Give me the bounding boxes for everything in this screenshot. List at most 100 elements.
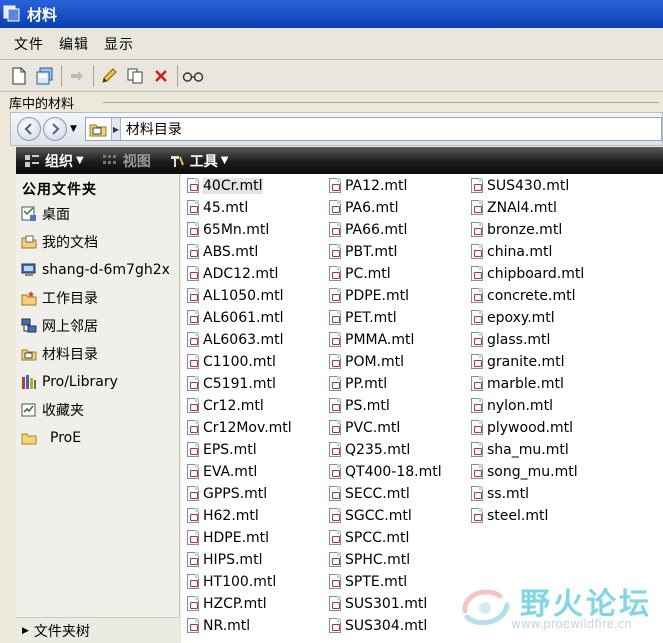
menu-file[interactable]: 文件 [14,34,44,54]
file-item[interactable]: EVA.mtl [186,461,257,483]
file-item[interactable]: PA66.mtl [328,219,407,241]
file-item[interactable]: 65Mn.mtl [186,219,269,241]
history-dropdown-icon[interactable]: ▼ [70,124,77,134]
sidebar-item-desktop[interactable]: 桌面 [21,203,70,225]
file-item[interactable]: NR.mtl [186,615,250,637]
menu-bar: 文件 编辑 显示 [0,28,663,60]
file-item[interactable]: SUS304.mtl [328,615,427,637]
file-item[interactable]: AL6061.mtl [186,307,283,329]
organize-menu[interactable]: 组织 ▼ [24,151,84,171]
file-item[interactable]: HT100.mtl [186,571,276,593]
file-item[interactable]: Cr12Mov.mtl [186,417,292,439]
glasses-icon[interactable] [182,65,204,87]
file-item[interactable]: SUS301.mtl [328,593,427,615]
file-item[interactable]: C5191.mtl [186,373,276,395]
menu-view[interactable]: 显示 [104,34,134,54]
file-item[interactable]: china.mtl [470,241,552,263]
file-item[interactable]: granite.mtl [470,351,565,373]
back-button[interactable] [17,117,41,141]
file-name: SPHC.mtl [345,552,411,568]
new-file-icon[interactable] [8,65,30,87]
sidebar-item-favorites[interactable]: 收藏夹 [21,399,84,421]
file-name: H62.mtl [203,508,259,524]
sidebar-item-label: 我的文档 [42,235,98,251]
file-item[interactable]: bronze.mtl [470,219,562,241]
file-name: EVA.mtl [203,464,258,480]
file-item[interactable]: PDPE.mtl [328,285,409,307]
file-item[interactable]: Cr12.mtl [186,395,264,417]
file-item[interactable]: 45.mtl [186,197,248,219]
sidebar-item-my-documents[interactable]: 我的文档 [21,231,98,253]
file-item[interactable]: sha_mu.mtl [470,439,569,461]
file-item[interactable]: ZNAl4.mtl [470,197,557,219]
file-name: PS.mtl [345,398,390,414]
file-item[interactable]: Q235.mtl [328,439,410,461]
file-item[interactable]: AL1050.mtl [186,285,283,307]
sidebar-item-pro-library[interactable]: Pro/Library [21,371,118,393]
window-icon[interactable] [3,5,21,23]
tools-menu[interactable]: 工具 ▼ [169,151,228,171]
file-item[interactable]: QT400-18.mtl [328,461,442,483]
arrow-right-icon [52,123,60,135]
sidebar-item-materials[interactable]: 材料目录 [21,343,98,365]
file-item[interactable]: POM.mtl [328,351,404,373]
material-file-icon [186,530,200,546]
save-icon[interactable] [34,65,56,87]
file-item[interactable]: chipboard.mtl [470,263,584,285]
folder-tree-toggle[interactable]: ▶ 文件夹树 [16,617,180,643]
file-item[interactable]: PP.mtl [328,373,387,395]
sidebar-item-network[interactable]: 网上邻居 [21,315,98,337]
file-item[interactable]: SUS430.mtl [470,175,569,197]
file-item[interactable]: nylon.mtl [470,395,553,417]
file-item[interactable]: glass.mtl [470,329,550,351]
pencil-icon[interactable] [98,65,120,87]
file-item[interactable]: steel.mtl [470,505,548,527]
file-item[interactable]: PC.mtl [328,263,391,285]
file-item[interactable]: HIPS.mtl [186,549,262,571]
address-field[interactable]: ▶ 材料目录 [84,117,662,141]
file-item[interactable]: 40Cr.mtl [186,175,263,197]
file-item[interactable]: PET.mtl [328,307,397,329]
view-menu[interactable]: 视图 [102,151,151,171]
file-item[interactable]: SPTE.mtl [328,571,407,593]
breadcrumb-chevron-icon[interactable]: ▶ [110,118,121,140]
file-item[interactable]: PS.mtl [328,395,390,417]
file-item[interactable]: ss.mtl [470,483,529,505]
file-item[interactable]: SPCC.mtl [328,527,409,549]
file-item[interactable]: PA12.mtl [328,175,407,197]
file-item[interactable]: PVC.mtl [328,417,400,439]
file-item[interactable]: epoxy.mtl [470,307,555,329]
file-item[interactable]: C1100.mtl [186,351,276,373]
file-item[interactable]: ABS.mtl [186,241,258,263]
material-file-icon [186,222,200,238]
menu-edit[interactable]: 编辑 [59,34,89,54]
file-item[interactable]: plywood.mtl [470,417,573,439]
sidebar-item-proe[interactable]: ProE [21,427,81,449]
file-item[interactable]: PA6.mtl [328,197,399,219]
file-item[interactable]: H62.mtl [186,505,259,527]
file-item[interactable]: song_mu.mtl [470,461,578,483]
file-item[interactable]: marble.mtl [470,373,564,395]
material-file-icon [470,244,484,260]
file-item[interactable]: SECC.mtl [328,483,410,505]
sidebar-item-working-directory[interactable]: 工作目录 [21,287,98,309]
file-item[interactable]: SPHC.mtl [328,549,410,571]
file-name: ADC12.mtl [203,266,279,282]
file-item[interactable]: GPPS.mtl [186,483,267,505]
file-item[interactable]: PMMA.mtl [328,329,414,351]
file-item[interactable]: concrete.mtl [470,285,575,307]
arrow-right-icon[interactable] [66,65,88,87]
file-item[interactable]: SGCC.mtl [328,505,412,527]
delete-icon[interactable] [150,65,172,87]
material-file-icon [470,354,484,370]
file-item[interactable]: ADC12.mtl [186,263,278,285]
copy-icon[interactable] [124,65,146,87]
file-item[interactable]: PBT.mtl [328,241,397,263]
file-item[interactable]: HDPE.mtl [186,527,269,549]
file-item[interactable]: EPS.mtl [186,439,257,461]
forward-button[interactable] [43,117,67,141]
sidebar-item-computer[interactable]: shang-d-6m7gh2x [21,259,170,281]
file-item[interactable]: HZCP.mtl [186,593,267,615]
file-name: Cr12Mov.mtl [203,420,292,436]
file-item[interactable]: AL6063.mtl [186,329,283,351]
